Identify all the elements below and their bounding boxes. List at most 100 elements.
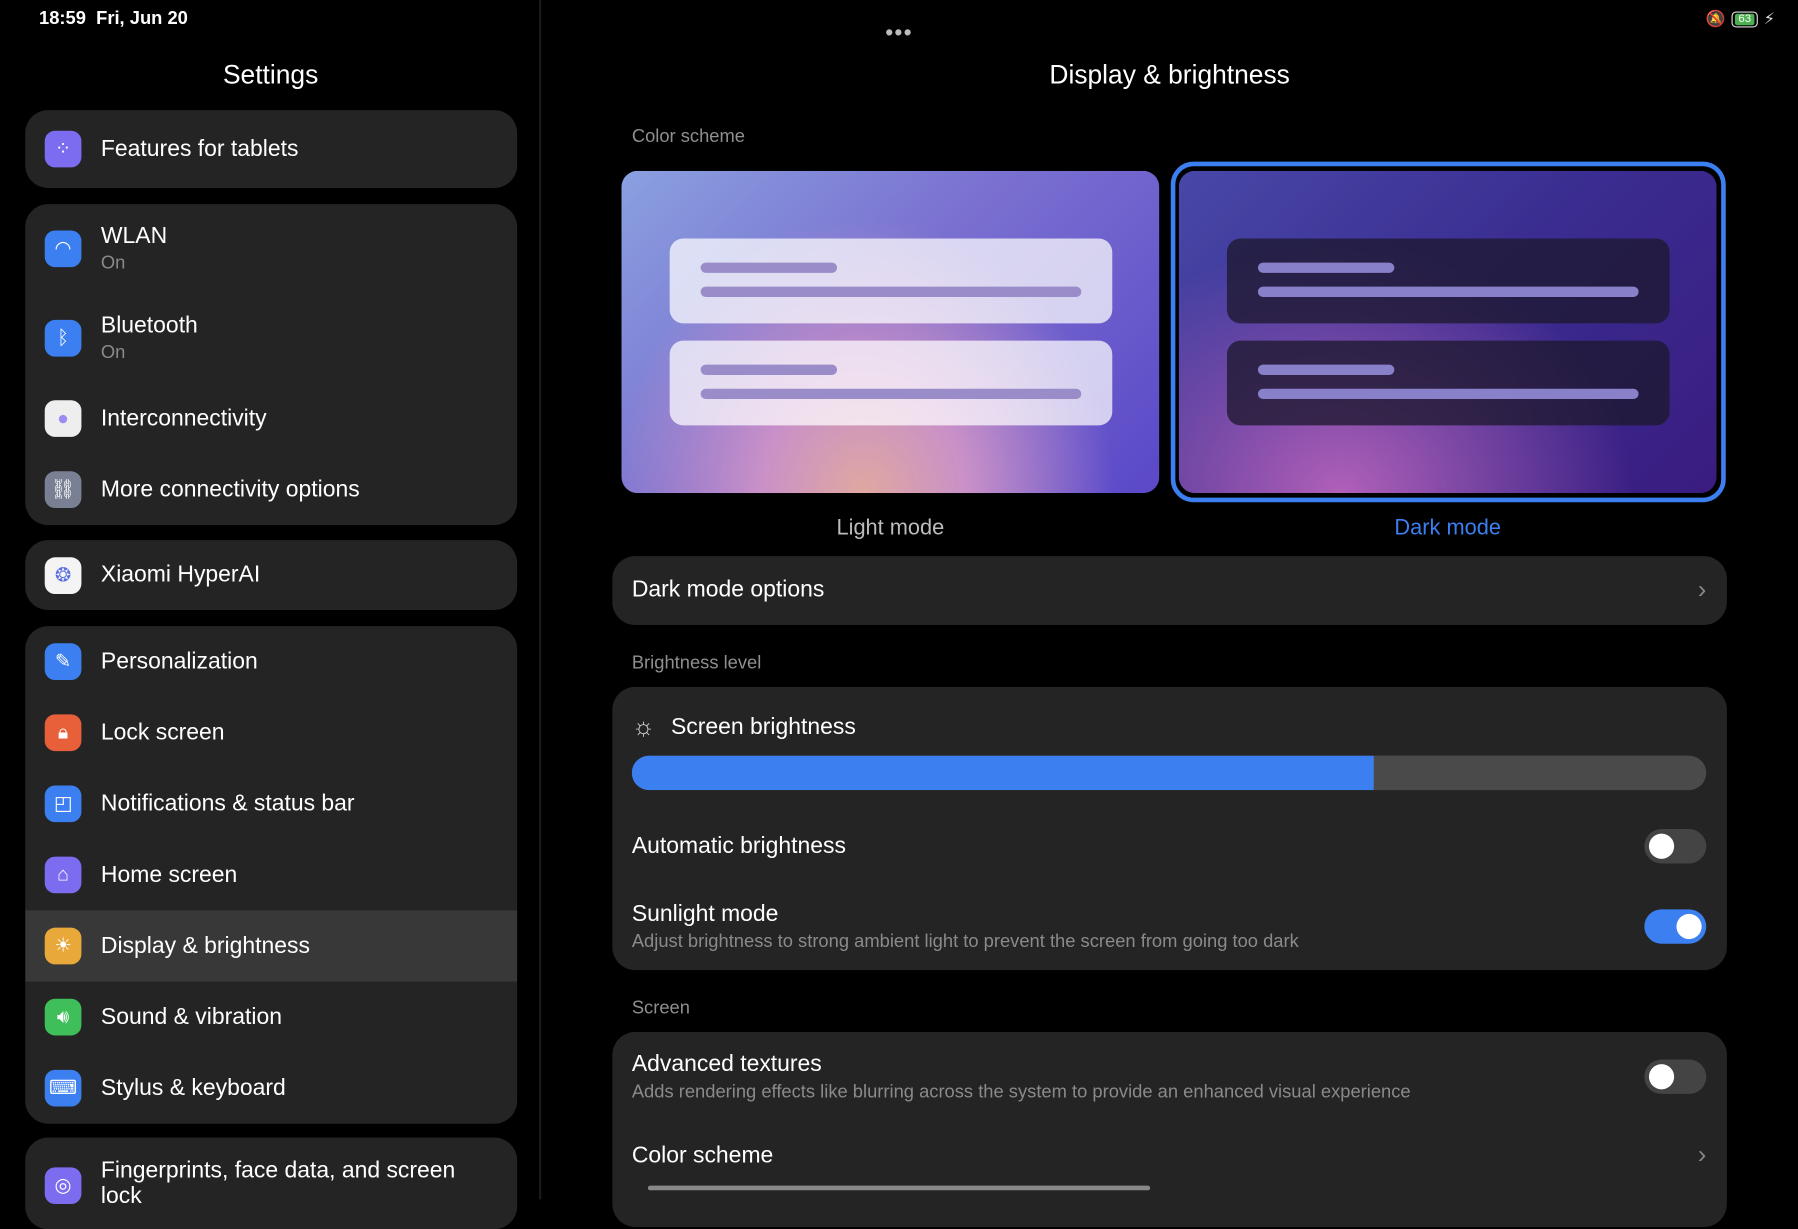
sidebar-item-label: Bluetooth (100, 313, 198, 339)
light-mode-label[interactable]: Light mode (622, 516, 1160, 541)
interconnectivity-icon: ● (44, 400, 82, 437)
chevron-right-icon: › (1697, 1139, 1707, 1169)
speaker-icon: 🔊︎ (44, 998, 82, 1036)
row-label: Screen brightness (671, 713, 856, 740)
row-description: Adjust brightness to strong ambient ligh… (631, 932, 1299, 952)
dark-mode-options-row[interactable]: Dark mode options › (612, 556, 1727, 625)
sidebar-item-stylus-keyboard[interactable]: ⌨ Stylus & keyboard (25, 1053, 517, 1124)
screen: 18:59 Fri, Jun 20 🔕 63 ⚡ Settings ⁘ Featu… (0, 0, 1798, 1229)
hyperai-icon: ❂ (44, 556, 82, 594)
sidebar-item-label: WLAN (100, 223, 168, 249)
battery-icon: 63 (1731, 10, 1759, 27)
sidebar-item-wlan[interactable]: ◠ WLAN On (25, 204, 517, 293)
date: Fri, Jun 20 (96, 9, 188, 29)
toggle-knob (1648, 1064, 1675, 1090)
sidebar-item-bluetooth[interactable]: ᛒ Bluetooth On (25, 294, 517, 383)
sidebar-item-display-brightness[interactable]: ☀ Display & brightness (25, 910, 518, 982)
sidebar-item-features-for-tablets[interactable]: ⁘ Features for tablets (25, 110, 517, 188)
section-label: Screen (631, 998, 690, 1019)
pane-divider (538, 0, 542, 1200)
time: 18:59 (38, 9, 86, 29)
notification-icon: ◰ (44, 785, 82, 823)
keyboard-icon: ⌨ (44, 1069, 82, 1107)
sidebar-item-more-connectivity[interactable]: ⛓ More connectivity options (25, 454, 517, 525)
mute-bell-icon: 🔕 (1705, 9, 1726, 28)
sidebar-item-home-screen[interactable]: ⌂ Home screen (25, 839, 517, 910)
sidebar-item-label: Notifications & status bar (100, 790, 355, 816)
status-clock: 18:59 Fri, Jun 20 (39, 9, 188, 30)
color-scheme-row[interactable]: Color scheme (632, 1143, 1708, 1169)
sidebar-item-sound-vibration[interactable]: 🔊︎ Sound & vibration (25, 982, 517, 1053)
sidebar-item-hyperai[interactable]: ❂ Xiaomi HyperAI (25, 540, 517, 610)
sidebar-item-interconnectivity[interactable]: ● Interconnectivity (25, 383, 517, 454)
preview-line (700, 364, 838, 375)
sidebar-item-label: Features for tablets (100, 135, 299, 162)
toggle-knob (1676, 913, 1702, 940)
home-icon: ⌂ (44, 856, 82, 894)
sidebar-item-status: On (100, 342, 126, 363)
brightness-slider[interactable] (631, 755, 1707, 791)
light-mode-preview[interactable] (621, 170, 1160, 494)
preview-line (700, 262, 838, 273)
sidebar-card: ❂ Xiaomi HyperAI (25, 540, 518, 611)
preview-line (700, 388, 1082, 400)
row-label: Sunlight mode (631, 901, 779, 927)
lock-icon: 🔒︎ (44, 714, 82, 752)
preview-card (669, 238, 1113, 324)
sidebar-item-label: Interconnectivity (100, 405, 267, 431)
more-options-icon[interactable]: ••• (885, 21, 913, 47)
sidebar-card: ⁘ Features for tablets (25, 110, 518, 189)
row-label: Dark mode options (631, 576, 825, 603)
section-label: Color scheme (631, 127, 746, 147)
charging-icon: ⚡ (1763, 9, 1776, 28)
sidebar-item-label: Sound & vibration (100, 1003, 282, 1030)
sidebar-item-personalization[interactable]: ✎ Personalization (25, 626, 517, 697)
sun-icon: ☼ (631, 712, 655, 741)
row-label: Advanced textures (631, 1051, 822, 1077)
sidebar-item-label: Lock screen (100, 719, 225, 745)
sidebar-item-notifications[interactable]: ◰ Notifications & status bar (25, 768, 517, 839)
chevron-right-icon: › (1697, 574, 1707, 604)
link-icon: ⛓ (44, 471, 82, 508)
sidebar-item-label: Personalization (100, 648, 258, 674)
row-description: Adds rendering effects like blurring acr… (631, 1082, 1411, 1102)
preview-line (1257, 262, 1395, 273)
sidebar-item-label: Display & brightness (100, 932, 310, 959)
row-label: Color scheme (631, 1143, 774, 1169)
dark-mode-label[interactable]: Dark mode (1179, 516, 1717, 541)
home-indicator[interactable] (647, 1185, 1151, 1191)
sidebar-item-label: Fingerprints, face data, and screen lock (100, 1158, 456, 1209)
brightness-fill (631, 755, 1374, 791)
sidebar-card: ✎ Personalization 🔒︎ Lock screen ◰ Notifica… (25, 626, 518, 1124)
fingerprint-icon: ◎ (44, 1167, 82, 1205)
battery-level: 63 (1734, 13, 1755, 25)
bluetooth-icon: ᛒ (44, 319, 82, 357)
section-label: Brightness level (631, 653, 762, 674)
sidebar-item-status: On (100, 253, 126, 273)
advanced-textures-toggle[interactable] (1644, 1059, 1707, 1094)
sidebar-card: ◠ WLAN On ᛒ Bluetooth On ● Interconnectivity … (25, 204, 518, 526)
page-title: Display & brightness (1049, 59, 1290, 90)
brush-icon: ✎ (44, 643, 82, 680)
dark-mode-preview[interactable] (1178, 170, 1717, 494)
row-label: Automatic brightness (631, 833, 846, 859)
sidebar-item-fingerprints[interactable]: ◎ Fingerprints, face data, and screen loc… (25, 1138, 517, 1229)
sun-icon: ☀ (44, 927, 82, 965)
grid-icon: ⁘ (44, 130, 82, 168)
sidebar-item-label: Home screen (100, 861, 238, 887)
sidebar-item-label: More connectivity options (100, 476, 360, 502)
toggle-knob (1648, 833, 1675, 859)
sidebar-item-label: Stylus & keyboard (100, 1075, 286, 1101)
sunlight-mode-toggle[interactable] (1644, 909, 1707, 944)
automatic-brightness-toggle[interactable] (1644, 829, 1707, 864)
screen-card: Advanced textures Adds rendering effects … (612, 1032, 1727, 1227)
brightness-card: ☼ Screen brightness Automatic brightness … (612, 686, 1727, 971)
sidebar-item-label: Xiaomi HyperAI (100, 561, 261, 588)
sidebar-item-lock-screen[interactable]: 🔒︎ Lock screen (25, 697, 517, 768)
preview-card (1226, 238, 1670, 324)
status-icons: 🔕 63 ⚡ (1706, 9, 1775, 28)
sidebar-title: Settings (222, 59, 319, 90)
preview-card (669, 340, 1113, 426)
preview-line (1257, 388, 1639, 400)
preview-line (1257, 286, 1639, 297)
